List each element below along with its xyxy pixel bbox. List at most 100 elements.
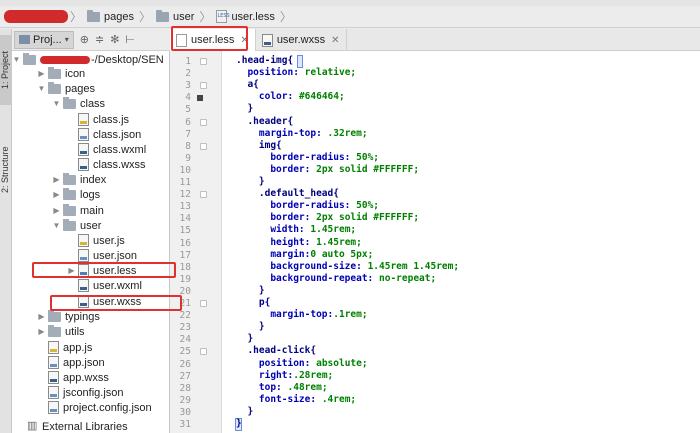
tree-external-libraries[interactable]: ▥ External Libraries <box>12 419 169 433</box>
folder-icon <box>87 9 101 22</box>
tree-folder[interactable]: ▶ typings <box>12 309 169 324</box>
breadcrumb-item-user-less[interactable]: LESS user.less <box>213 8 277 26</box>
fold-marker-icon[interactable] <box>200 118 207 126</box>
breadcrumb-item-user[interactable]: user <box>153 8 197 26</box>
project-view-dropdown[interactable]: Proj... ▾ <box>14 30 74 49</box>
fold-marker-icon[interactable] <box>200 348 207 356</box>
collapsed-arrow-icon[interactable]: ▶ <box>52 190 61 199</box>
expanded-arrow-icon[interactable]: ▼ <box>52 221 61 230</box>
redacted-project-name <box>4 10 68 23</box>
line-number: 14 <box>179 213 191 225</box>
tree-item-label: user.js <box>93 234 125 247</box>
tree-item-label: app.js <box>63 341 93 354</box>
breadcrumb-item-pages[interactable]: pages <box>84 8 137 26</box>
gear-icon[interactable]: ✻ <box>110 33 119 46</box>
project-icon <box>19 35 30 44</box>
collapse-all-icon[interactable]: ≑ <box>95 33 104 46</box>
tree-file[interactable]: class.wxss <box>12 157 169 172</box>
tree-item-label: utils <box>65 325 85 338</box>
tab-user-wxss[interactable]: user.wxss ✕ <box>256 29 347 51</box>
tree-folder[interactable]: ▶ index <box>12 172 169 187</box>
breadcrumb-separator: 〉 <box>139 10 152 24</box>
scroll-from-source-icon[interactable]: ⊕ <box>80 33 89 46</box>
expanded-arrow-icon[interactable]: ▼ <box>37 84 46 93</box>
expand-arrow-icon[interactable]: ▼ <box>12 55 21 64</box>
matched-brace-highlight <box>297 55 303 68</box>
tree-file[interactable]: user.json <box>12 248 169 263</box>
tree-file[interactable]: class.js <box>12 112 169 127</box>
collapsed-arrow-icon[interactable]: ▶ <box>37 312 46 321</box>
tree-item-label: icon <box>65 67 86 80</box>
line-number: 7 <box>185 128 191 140</box>
js-file-icon <box>78 234 89 247</box>
line-number: 4 <box>185 92 191 104</box>
collapsed-arrow-icon[interactable]: ▶ <box>37 69 46 78</box>
fold-marker-icon[interactable] <box>200 82 207 90</box>
json-file-icon <box>48 386 59 399</box>
tree-file[interactable]: app.wxss <box>12 370 169 385</box>
collapsed-arrow-icon[interactable]: ▶ <box>37 327 46 336</box>
tree-item-label: user <box>80 219 102 232</box>
collapsed-arrow-icon[interactable]: ▶ <box>52 175 61 184</box>
folder-icon <box>63 218 76 231</box>
line-number: 11 <box>179 177 191 188</box>
line-number: 5 <box>185 104 191 116</box>
hide-panel-icon[interactable]: ⊢ <box>125 33 135 46</box>
code-line: background-repeat: no-repeat; <box>270 272 437 284</box>
highlight-user-less <box>32 262 176 278</box>
line-number: 10 <box>179 164 191 176</box>
tree-root[interactable]: ▼ -/Desktop/SEN <box>12 52 169 67</box>
tree-folder[interactable]: ▼ pages <box>12 81 169 96</box>
tree-file[interactable]: app.json <box>12 355 169 370</box>
code-line: font-size: .4rem; <box>258 393 357 405</box>
folder-icon <box>48 309 61 322</box>
tree-item-label: project.config.json <box>63 401 152 414</box>
tree-file[interactable]: class.wxml <box>12 142 169 157</box>
expanded-arrow-icon[interactable]: ▼ <box>52 99 61 108</box>
line-number: 26 <box>179 358 191 370</box>
folder-icon <box>63 172 76 185</box>
tab-structure[interactable]: 2: Structure <box>0 135 12 205</box>
highlight-user-wxss <box>50 295 182 311</box>
library-icon: ▥ <box>27 420 38 432</box>
tree-folder[interactable]: ▶ utils <box>12 324 169 339</box>
tree-item-label: class.json <box>93 128 142 141</box>
fold-marker-icon[interactable] <box>200 300 207 307</box>
close-icon[interactable]: ✕ <box>331 35 339 46</box>
tree-file[interactable]: project.config.json <box>12 400 169 415</box>
tree-item-label: class.wxss <box>93 158 146 171</box>
json-file-icon <box>48 356 59 369</box>
tree-item-label: logs <box>80 188 101 201</box>
line-number: 16 <box>179 237 191 249</box>
tree-folder[interactable]: ▶ logs <box>12 187 169 202</box>
folder-icon <box>23 52 36 65</box>
line-number: 25 <box>179 346 191 358</box>
line-number: 28 <box>179 382 191 394</box>
tree-folder[interactable]: ▶ icon <box>12 66 169 81</box>
tree-folder[interactable]: ▶ main <box>12 203 169 218</box>
chevron-down-icon: ▾ <box>64 35 69 44</box>
folder-icon <box>63 203 76 216</box>
tree-folder[interactable]: ▼ user <box>12 218 169 233</box>
tree-file[interactable]: app.js <box>12 340 169 355</box>
fold-marker-icon[interactable] <box>200 142 207 150</box>
tree-file[interactable]: jsconfig.json <box>12 385 169 400</box>
line-number: 17 <box>179 249 191 261</box>
js-file-icon <box>78 113 89 126</box>
line-number: 31 <box>179 419 191 430</box>
highlight-tab-user-less <box>171 26 248 51</box>
tree-file[interactable]: user.wxml <box>12 278 169 293</box>
folder-icon <box>48 324 61 337</box>
tab-project[interactable]: 1: Project <box>0 35 12 105</box>
line-number: 9 <box>185 152 191 164</box>
tree-folder[interactable]: ▼ class <box>12 96 169 111</box>
collapsed-arrow-icon[interactable]: ▶ <box>52 206 61 215</box>
tree-file[interactable]: class.json <box>12 127 169 142</box>
tree-file[interactable]: user.js <box>12 233 169 248</box>
fold-marker-icon[interactable] <box>200 191 207 199</box>
wxml-file-icon <box>78 158 89 171</box>
fold-marker-icon[interactable] <box>200 58 207 65</box>
code-line: } <box>236 418 242 429</box>
json-file-icon <box>78 249 89 262</box>
code-editor[interactable]: .head-img{ position: relative; a{ color:… <box>222 51 700 433</box>
